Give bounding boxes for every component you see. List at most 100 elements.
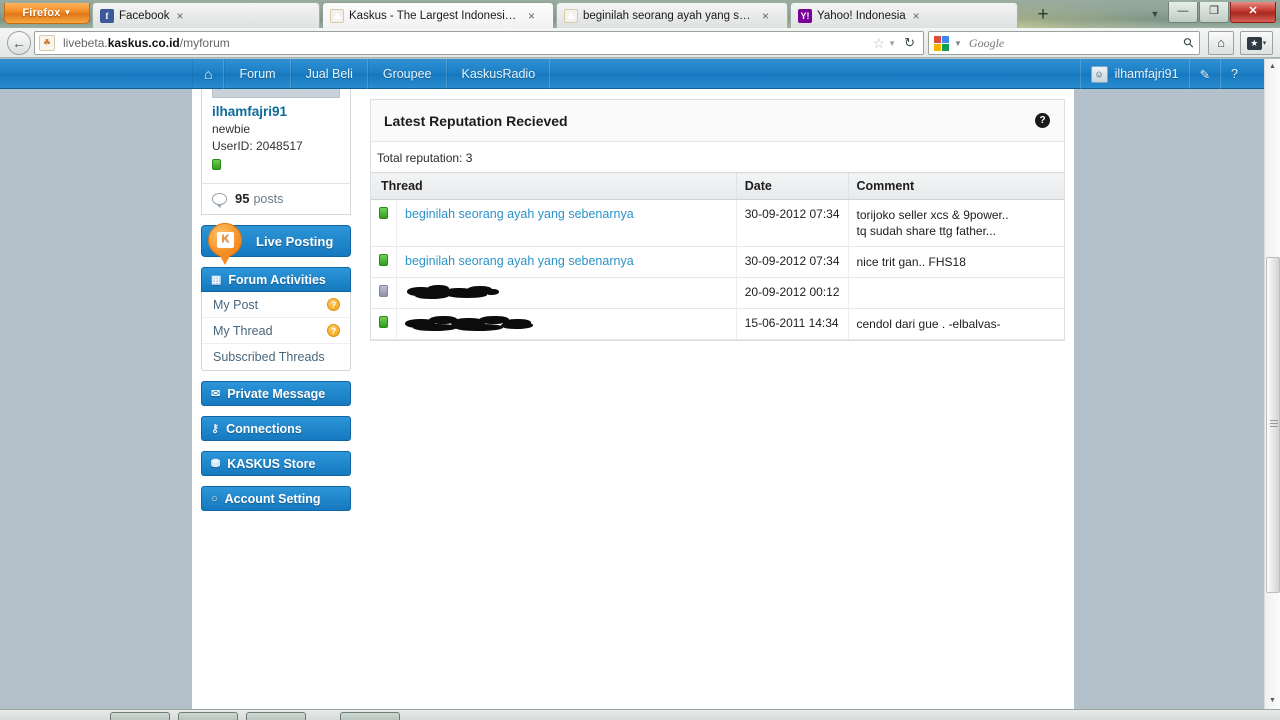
pencil-icon: ✎ [1199, 67, 1211, 82]
scrollbar-thumb[interactable] [1266, 257, 1280, 593]
sidebar-item-my-thread[interactable]: My Thread ? [202, 318, 350, 344]
chevron-down-icon: ▼ [63, 8, 72, 17]
firefox-menu-button[interactable]: Firefox ▼ [4, 3, 90, 24]
kaskus-icon: ☘ [330, 8, 344, 23]
close-icon[interactable]: × [528, 10, 535, 22]
sidebar-item-label: Private Message [227, 386, 326, 401]
column-header-thread: Thread [371, 172, 737, 200]
forum-activities-header[interactable]: ▦ Forum Activities [201, 267, 351, 292]
scrollbar-grip-icon [1270, 420, 1278, 427]
thread-link[interactable]: beginilah seorang ayah yang sebenarnya [405, 254, 634, 268]
topbar-edit-button[interactable]: ✎ [1188, 59, 1220, 89]
chevron-down-icon[interactable]: ▼ [954, 39, 962, 48]
tab-beginilah-thread[interactable]: ☘ beginilah seorang ayah yang sebenar...… [556, 2, 788, 28]
page-left-gutter [0, 89, 192, 709]
list-all-tabs-icon[interactable]: ▼ [1145, 4, 1165, 24]
live-posting-button[interactable]: K Live Posting [201, 223, 351, 265]
reputation-green-icon [379, 316, 388, 328]
tab-kaskus[interactable]: ☘ Kaskus - The Largest Indonesian Com...… [322, 2, 554, 28]
url-text: livebeta.kaskus.co.id/myforum [63, 36, 873, 50]
close-window-button[interactable]: ✕ [1230, 2, 1276, 23]
home-button[interactable]: ⌂ [1208, 31, 1234, 55]
search-input[interactable]: Google [969, 36, 1185, 51]
reload-icon[interactable]: ↻ [904, 35, 915, 51]
site-identity-icon: ☘ [39, 35, 55, 51]
browser-window: Firefox ▼ f Facebook × ☘ Kaskus - The Lar… [0, 0, 1280, 720]
sidebar-item-account-setting[interactable]: ○ Account Setting [201, 486, 351, 511]
tab-yahoo[interactable]: Y! Yahoo! Indonesia × [790, 2, 1018, 28]
topbar-item-groupee[interactable]: Groupee [367, 59, 447, 89]
bookmark-star-icon[interactable]: ☆ [873, 35, 886, 52]
topbar-item-forum[interactable]: Forum [224, 59, 291, 89]
forum-activities-body: My Post ? My Thread ? Subscribed Threads [201, 292, 351, 371]
google-icon [934, 35, 949, 51]
close-icon[interactable]: × [762, 10, 769, 22]
close-icon[interactable]: × [913, 10, 920, 22]
kaskus-badge-icon: K [208, 223, 242, 265]
page-content: ilhamfajri91 newbie UserID: 2048517 95 p… [192, 89, 1074, 709]
gear-icon: ○ [211, 492, 218, 505]
topbar-username[interactable]: ☺ ilhamfajri91 [1079, 59, 1189, 89]
help-badge-icon[interactable]: ? [327, 324, 340, 337]
date-cell: 15-06-2011 14:34 [735, 308, 848, 340]
sidebar-item-label: KASKUS Store [227, 456, 316, 471]
help-icon[interactable]: ? [1035, 113, 1050, 128]
facebook-icon: f [100, 8, 114, 23]
date-cell: 20-09-2012 00:12 [735, 277, 848, 309]
browser-titlebar: Firefox ▼ f Facebook × ☘ Kaskus - The Lar… [0, 0, 1280, 28]
envelope-icon: ✉ [211, 388, 221, 400]
topbar-item-jual-beli[interactable]: Jual Beli [290, 59, 368, 89]
sidebar-item-connections[interactable]: ⚷ Connections [201, 416, 351, 441]
comment-line: tq sudah share ttg father... [856, 224, 996, 238]
tab-facebook[interactable]: f Facebook × [92, 2, 320, 28]
thread-cell: beginilah seorang ayah yang sebenarnya [396, 246, 737, 278]
sidebar-item-kaskus-store[interactable]: ⛃ KASKUS Store [201, 451, 351, 476]
new-tab-button[interactable]: + [1032, 4, 1054, 26]
topbar-item-kaskusradio[interactable]: KaskusRadio [446, 59, 551, 89]
thread-cell [396, 277, 737, 309]
chevron-down-icon[interactable]: ▼ [888, 39, 896, 48]
topbar-home[interactable]: ⌂ [192, 59, 225, 89]
back-button[interactable]: ← [7, 31, 31, 55]
thread-cell [396, 308, 737, 340]
taskbar-item[interactable] [246, 712, 306, 720]
comment-bubble-icon [212, 192, 227, 208]
address-bar[interactable]: ☘ livebeta.kaskus.co.id/myforum ☆ ▼ ↻ [34, 31, 924, 55]
sidebar-item-private-message[interactable]: ✉ Private Message [201, 381, 351, 406]
taskbar-item[interactable] [110, 712, 170, 720]
firefox-menu-label: Firefox [22, 7, 61, 19]
grid-icon: ▦ [211, 274, 222, 286]
bookmarks-button[interactable]: ★ ▾ [1240, 31, 1273, 55]
taskbar-item[interactable] [178, 712, 238, 720]
table-row: 20-09-2012 00:12 [371, 277, 1064, 309]
profile-username[interactable]: ilhamfajri91 [212, 104, 340, 119]
column-header-date: Date [735, 172, 848, 200]
forum-activities-panel: ▦ Forum Activities My Post ? My Thread ? [201, 267, 351, 371]
sidebar: ilhamfajri91 newbie UserID: 2048517 95 p… [201, 89, 351, 521]
reputation-bar-icon [212, 159, 221, 170]
scroll-down-arrow-icon[interactable]: ▼ [1265, 693, 1280, 709]
reputation-indicator-cell [371, 277, 397, 309]
taskbar-item[interactable] [340, 712, 400, 720]
reputation-green-icon [379, 254, 388, 266]
close-icon[interactable]: × [177, 10, 184, 22]
comment-cell: cendol dari gue . -elbalvas- [847, 308, 1064, 340]
page-right-gutter [1074, 89, 1264, 709]
page-scrollbar[interactable]: ▲ ▼ [1264, 59, 1280, 709]
cart-icon: ⛃ [211, 458, 221, 470]
scroll-up-arrow-icon[interactable]: ▲ [1265, 59, 1280, 75]
column-header-comment: Comment [847, 172, 1064, 200]
sidebar-item-subscribed-threads[interactable]: Subscribed Threads [202, 344, 350, 370]
search-bar[interactable]: ▼ Google ⚲ [928, 31, 1200, 55]
sidebar-item-my-post[interactable]: My Post ? [202, 292, 350, 318]
help-badge-icon[interactable]: ? [327, 298, 340, 311]
minimize-button[interactable]: — [1168, 2, 1198, 23]
comment-line: torijoko seller xcs & 9power.. [856, 208, 1009, 222]
table-header-row: Thread Date Comment [371, 172, 1064, 200]
thread-link[interactable]: beginilah seorang ayah yang sebenarnya [405, 207, 634, 221]
sidebar-item-label: Subscribed Threads [213, 350, 325, 364]
topbar-help-button[interactable]: ? [1220, 59, 1248, 89]
posts-label: posts [253, 191, 284, 206]
maximize-button[interactable]: ❐ [1199, 2, 1229, 23]
page-viewport: ⌂ Forum Jual Beli Groupee KaskusRadio ☺ … [0, 59, 1280, 709]
